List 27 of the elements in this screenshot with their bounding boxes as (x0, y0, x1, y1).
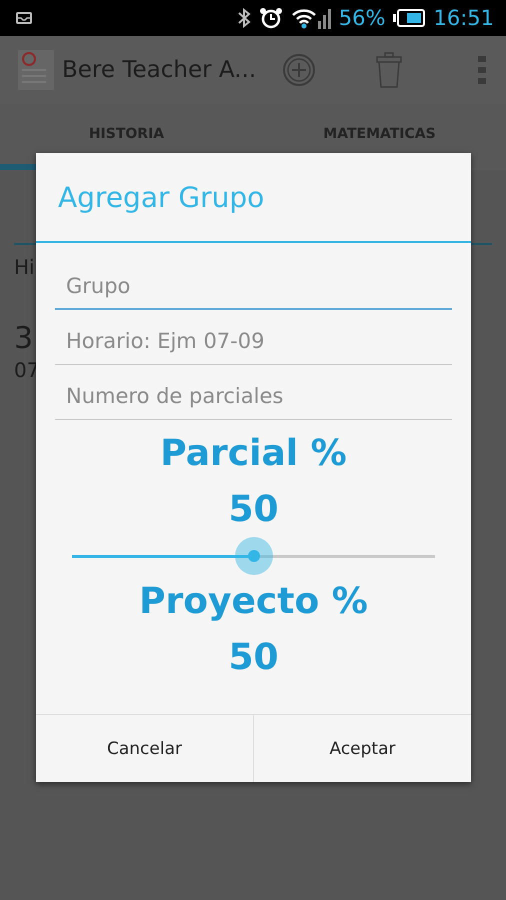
proyecto-label: Proyecto % (138, 580, 369, 624)
proyecto-value: 50 (227, 636, 280, 680)
input-field[interactable]: Grupo (55, 255, 452, 310)
add-icon[interactable] (282, 53, 316, 87)
parcial-label: Parcial % (159, 432, 348, 476)
battery-percent: 56% (338, 6, 386, 30)
bluetooth-icon (236, 8, 251, 28)
notification-icon (16, 12, 32, 24)
parcial-value: 50 (227, 488, 280, 532)
app-title: Bere Teacher A... (62, 57, 256, 83)
slider[interactable] (72, 538, 435, 574)
group-number: 3 (14, 321, 34, 356)
clock-time: 16:51 (433, 6, 494, 30)
group-schedule: 07 (14, 358, 40, 382)
slider-thumb[interactable] (234, 536, 272, 574)
dialog-title: Agregar Grupo (36, 153, 471, 243)
dialog-button[interactable]: Cancelar (36, 715, 253, 782)
app-logo-icon (18, 50, 54, 90)
overflow-menu-icon[interactable] (478, 56, 486, 84)
battery-icon (393, 9, 426, 27)
trash-icon[interactable] (376, 52, 402, 88)
dialog-button[interactable]: Aceptar (253, 715, 471, 782)
alarm-icon (258, 7, 283, 29)
input-field[interactable]: Numero de parciales (55, 365, 452, 420)
list-header: Hi (14, 255, 35, 279)
input-field[interactable]: Horario: Ejm 07-09 (55, 310, 452, 365)
wifi-signal-icon (290, 7, 331, 29)
